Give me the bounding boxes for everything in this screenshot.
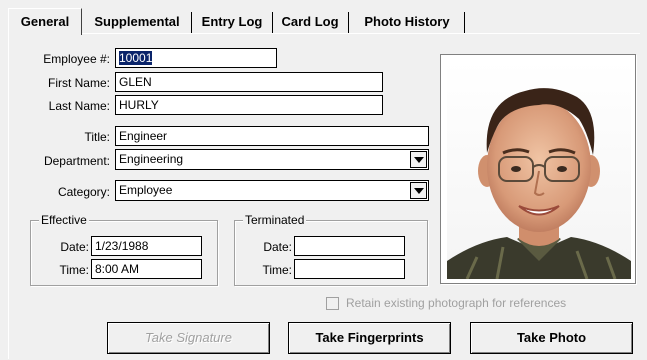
tab-general[interactable]: General <box>8 8 82 35</box>
effective-date-field[interactable]: 1/23/1988 <box>91 236 202 256</box>
take-photo-button[interactable]: Take Photo <box>470 322 633 354</box>
effective-date-label: Date: <box>60 240 89 254</box>
employee-number-field[interactable]: 10001 <box>115 48 277 68</box>
take-fingerprints-button[interactable]: Take Fingerprints <box>288 322 451 354</box>
tab-separator <box>191 12 192 34</box>
tab-separator <box>272 12 273 34</box>
tab-photo-history[interactable]: Photo History <box>353 12 461 34</box>
terminated-time-field[interactable] <box>294 259 405 279</box>
tab-separator <box>348 12 349 34</box>
take-signature-button[interactable]: Take Signature <box>107 322 270 354</box>
employee-number-value: 10001 <box>119 51 153 65</box>
employee-portrait-image <box>447 61 631 279</box>
chevron-down-icon[interactable] <box>410 182 427 199</box>
tab-separator <box>464 12 465 34</box>
department-value: Engineering <box>119 152 184 166</box>
tab-card-log[interactable]: Card Log <box>276 12 344 34</box>
terminated-group-title: Terminated <box>243 213 307 227</box>
terminated-time-label: Time: <box>262 263 292 277</box>
department-select[interactable]: Engineering <box>115 149 429 170</box>
category-select[interactable]: Employee <box>115 180 429 201</box>
last-name-label: Last Name: <box>48 99 110 113</box>
tab-supplemental[interactable]: Supplemental <box>86 12 188 34</box>
category-value: Employee <box>119 183 173 197</box>
department-label: Department: <box>43 154 110 168</box>
retain-photo-checkbox[interactable] <box>326 297 339 310</box>
effective-time-label: Time: <box>59 263 89 277</box>
first-name-label: First Name: <box>47 76 110 90</box>
title-label: Title: <box>84 130 110 144</box>
employee-photo <box>447 61 631 279</box>
category-label: Category: <box>57 185 110 199</box>
first-name-field[interactable]: GLEN <box>115 72 383 92</box>
title-field[interactable]: Engineer <box>115 126 429 146</box>
last-name-field[interactable]: HURLY <box>115 95 383 115</box>
employee-photo-frame <box>440 54 636 284</box>
retain-photo-label: Retain existing photograph for reference… <box>346 296 567 310</box>
effective-group-title: Effective <box>39 213 89 227</box>
tab-entry-log[interactable]: Entry Log <box>195 12 269 34</box>
chevron-down-icon[interactable] <box>410 151 427 168</box>
terminated-date-label: Date: <box>263 240 292 254</box>
terminated-date-field[interactable] <box>294 236 405 256</box>
effective-time-field[interactable]: 8:00 AM <box>91 259 202 279</box>
employee-number-label: Employee #: <box>43 52 110 66</box>
